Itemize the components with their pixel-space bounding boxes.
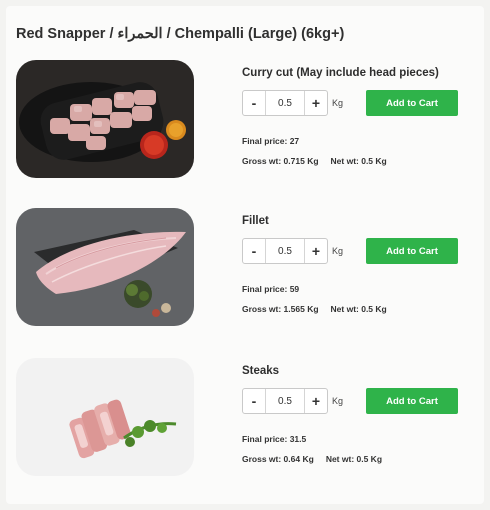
product-image-curry-cut[interactable] [16, 60, 194, 178]
weight-info: Gross wt: 0.64 Kg Net wt: 0.5 Kg [242, 454, 382, 464]
gross-weight: Gross wt: 1.565 Kg [242, 304, 319, 314]
quantity-value[interactable]: 0.5 [265, 239, 305, 263]
product-image-steaks[interactable] [16, 358, 194, 476]
decrease-quantity-button[interactable]: - [243, 91, 265, 115]
final-price: Final price: 59 [242, 284, 300, 294]
page-title: Red Snapper / الحمراء / Chempalli (Large… [16, 26, 345, 42]
quantity-unit: Kg [332, 246, 344, 256]
increase-quantity-button[interactable]: + [305, 389, 327, 413]
quantity-value[interactable]: 0.5 [265, 91, 305, 115]
product-item-fillet: Fillet - 0.5 + Kg Add to Cart Final pric… [0, 208, 490, 338]
increase-quantity-button[interactable]: + [305, 239, 327, 263]
quantity-stepper: - 0.5 + [242, 388, 328, 414]
quantity-unit: Kg [332, 98, 344, 108]
add-to-cart-button[interactable]: Add to Cart [366, 238, 458, 264]
product-name: Fillet [242, 215, 269, 227]
product-item-steaks: Steaks - 0.5 + Kg Add to Cart Final pric… [0, 358, 490, 488]
gross-weight: Gross wt: 0.715 Kg [242, 156, 319, 166]
quantity-stepper: - 0.5 + [242, 238, 328, 264]
product-image-fillet[interactable] [16, 208, 194, 326]
net-weight: Net wt: 0.5 Kg [325, 454, 383, 464]
add-to-cart-button[interactable]: Add to Cart [366, 90, 458, 116]
product-name: Steaks [242, 365, 280, 377]
decrease-quantity-button[interactable]: - [243, 239, 265, 263]
weight-info: Gross wt: 1.565 Kg Net wt: 0.5 Kg [242, 304, 387, 314]
increase-quantity-button[interactable]: + [305, 91, 327, 115]
final-price: Final price: 31.5 [242, 434, 307, 444]
add-to-cart-button[interactable]: Add to Cart [366, 388, 458, 414]
net-weight: Net wt: 0.5 Kg [330, 156, 387, 166]
decrease-quantity-button[interactable]: - [243, 389, 265, 413]
final-price: Final price: 27 [242, 136, 300, 146]
quantity-value[interactable]: 0.5 [265, 389, 305, 413]
weight-info: Gross wt: 0.715 Kg Net wt: 0.5 Kg [242, 156, 387, 166]
quantity-stepper: - 0.5 + [242, 90, 328, 116]
product-name: Curry cut (May include head pieces) [242, 67, 439, 79]
gross-weight: Gross wt: 0.64 Kg [242, 454, 314, 464]
net-weight: Net wt: 0.5 Kg [330, 304, 387, 314]
quantity-unit: Kg [332, 396, 344, 406]
product-item-curry-cut: Curry cut (May include head pieces) - 0.… [0, 60, 490, 190]
